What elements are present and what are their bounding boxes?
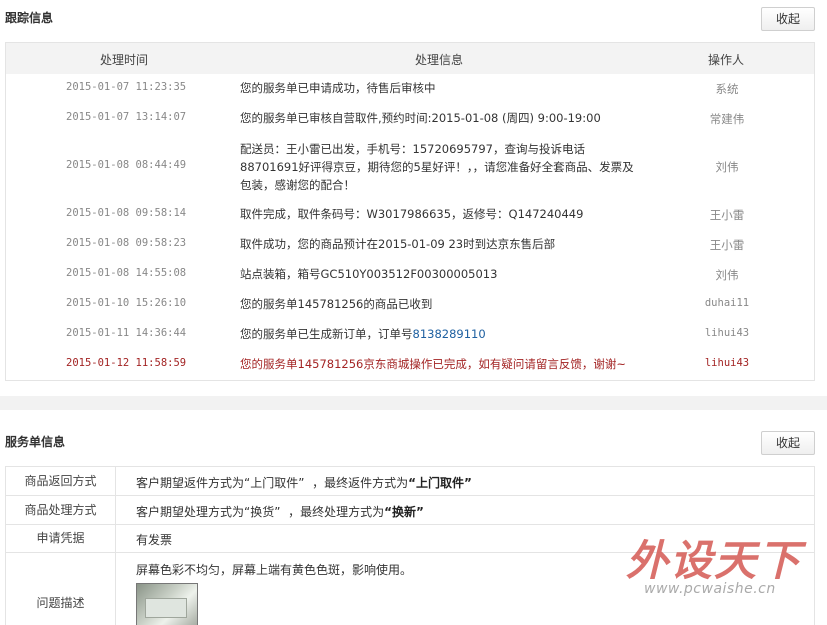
service-row-return: 商品返回方式 客户期望返件方式为“上门取件” ，最终返件方式为“上门取件” xyxy=(6,467,815,496)
track-time: 2015-01-07 13:14:07 xyxy=(66,111,187,123)
thumbnail-screen xyxy=(145,598,187,618)
track-section-title: 跟踪信息 xyxy=(5,11,54,25)
new-order-link[interactable]: 8138289110 xyxy=(413,327,486,341)
problem-photo-thumbnail[interactable] xyxy=(136,583,198,625)
track-time: 2015-01-08 08:44:49 xyxy=(66,159,187,171)
watermark-url: www.pcwaishe.cn xyxy=(644,581,776,597)
track-collapse-button[interactable]: 收起 xyxy=(761,7,815,31)
service-section-header: 服务单信息 收起 xyxy=(0,424,827,458)
track-time: 2015-01-08 09:58:23 xyxy=(66,237,187,249)
track-info: 您的服务单已审核自营取件,预约时间:2015-01-08 (周四) 9:00-1… xyxy=(240,111,601,125)
service-value-text: ，最终返件方式为 xyxy=(312,476,409,490)
track-table: 处理时间 处理信息 操作人 2015-01-07 11:23:35 您的服务单已… xyxy=(5,42,815,381)
track-operator: 刘伟 xyxy=(715,160,739,174)
track-operator: lihui43 xyxy=(704,327,750,339)
track-info: 取件成功，您的商品预计在2015-01-09 23时到达京东售后部 xyxy=(240,237,556,251)
service-section-title: 服务单信息 xyxy=(5,435,66,449)
service-value-text: ，最终处理方式为 xyxy=(288,505,385,519)
track-time: 2015-01-12 11:58:59 xyxy=(66,357,187,369)
header-operator: 操作人 xyxy=(708,53,745,67)
track-info: 站点装箱，箱号GC510Y003512F00300005013 xyxy=(240,267,498,281)
service-label: 商品处理方式 xyxy=(6,496,116,524)
service-value-text: 客户期望处理方式为 xyxy=(136,505,245,519)
track-info: 配送员：王小雷已出发，手机号：15720695797，查询与投诉电话887016… xyxy=(240,142,634,192)
track-info: 您的服务单145781256的商品已收到 xyxy=(240,297,433,311)
track-operator: 系统 xyxy=(715,82,739,96)
service-value-text: 客户期望返件方式为 xyxy=(136,476,245,490)
service-label: 商品返回方式 xyxy=(6,467,116,495)
track-section-header: 跟踪信息 收起 xyxy=(0,0,827,34)
track-time: 2015-01-07 11:23:35 xyxy=(66,81,187,93)
track-time: 2015-01-10 15:26:10 xyxy=(66,297,187,309)
track-info: 您的服务单已申请成功，待售后审核中 xyxy=(240,81,436,95)
service-value-expected: “换货” xyxy=(244,505,281,519)
track-time: 2015-01-08 14:55:08 xyxy=(66,267,187,279)
track-info: 取件完成，取件条码号：W3017986635，返修号：Q147240449 xyxy=(240,207,584,221)
service-collapse-button[interactable]: 收起 xyxy=(761,431,815,455)
service-row-handle: 商品处理方式 客户期望处理方式为“换货” ，最终处理方式为“换新” xyxy=(6,496,815,525)
track-info: 您的服务单145781256京东商城操作已完成，如有疑问请留言反馈，谢谢~ xyxy=(240,357,626,371)
service-value: 屏幕色彩不均匀，屏幕上端有黄色色斑，影响使用。 xyxy=(136,563,413,577)
track-info-text: 您的服务单已生成新订单，订单号 xyxy=(240,327,413,341)
track-table-header: 处理时间 处理信息 操作人 xyxy=(6,43,814,74)
header-info: 处理信息 xyxy=(415,53,464,67)
section-divider xyxy=(0,396,827,410)
track-time: 2015-01-11 14:36:44 xyxy=(66,327,187,339)
service-value: 客户期望处理方式为“换货” ，最终处理方式为“换新” xyxy=(136,503,424,520)
track-operator: 常建伟 xyxy=(709,112,745,126)
watermark-title: 外设天下 xyxy=(626,536,803,585)
service-value: 有发票 xyxy=(136,533,173,547)
service-label: 问题描述 xyxy=(6,553,116,625)
track-operator: duhai11 xyxy=(704,297,750,309)
track-operator: 王小雷 xyxy=(709,208,745,222)
service-value-final: “上门取件” xyxy=(408,476,472,490)
service-value: 客户期望返件方式为“上门取件” ，最终返件方式为“上门取件” xyxy=(136,474,472,491)
service-label: 申请凭据 xyxy=(6,525,116,552)
track-operator: 王小雷 xyxy=(709,238,745,252)
header-time: 处理时间 xyxy=(100,53,149,67)
track-operator: lihui43 xyxy=(704,357,750,369)
service-value-final: “换新” xyxy=(384,505,424,519)
track-operator: 刘伟 xyxy=(715,268,739,282)
track-time: 2015-01-08 09:58:14 xyxy=(66,207,187,219)
track-info: 您的服务单已生成新订单，订单号8138289110 xyxy=(240,325,635,343)
service-value-expected: “上门取件” xyxy=(244,476,305,490)
site-watermark: 外设天下 www.pcwaishe.cn xyxy=(624,527,814,597)
